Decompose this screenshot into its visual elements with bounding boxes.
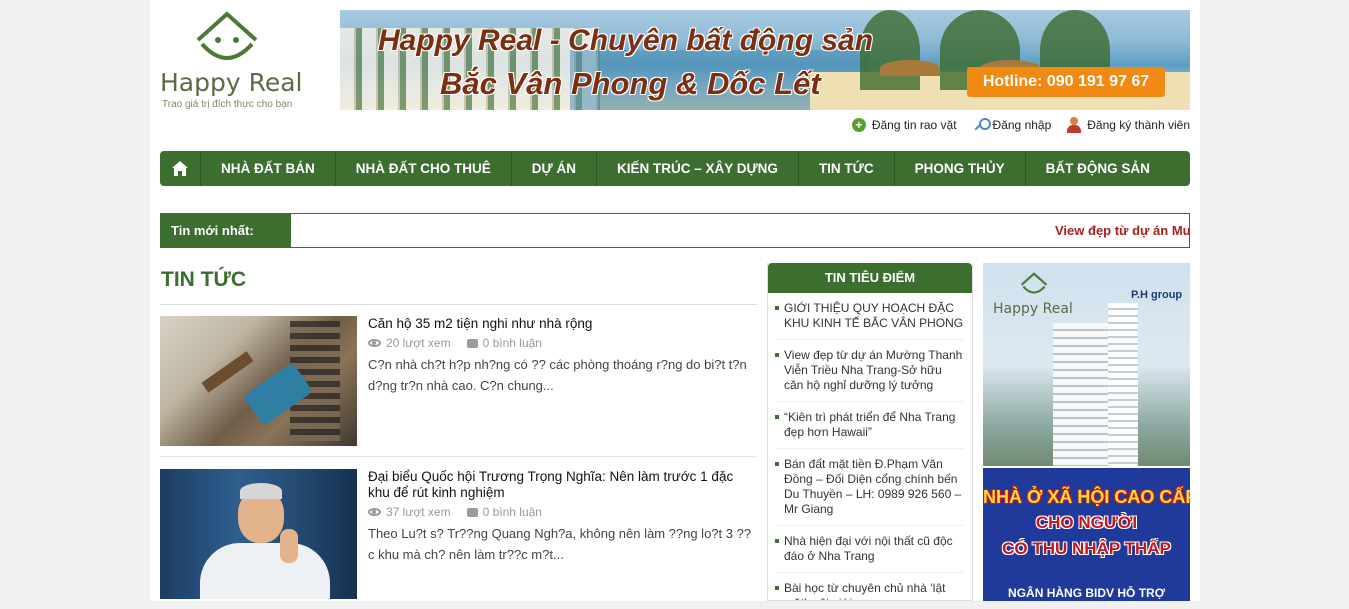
comment-count-label: 0 bình luận — [482, 336, 542, 350]
ticker-headline-link[interactable]: View đẹp từ dự án Mu — [1055, 214, 1189, 247]
featured-news-item[interactable]: Bán đất mặt tiền Đ.Phạm Văn Đồng – Đối D… — [775, 457, 964, 526]
login-label: Đăng nhập — [992, 118, 1052, 132]
ad-line: NHÀ Ở XÃ HỘI CAO CẤP — [983, 487, 1190, 507]
view-count: 37 lượt xem — [368, 505, 451, 519]
beach-umbrella-image — [880, 60, 940, 76]
nav-item-phong-thuy[interactable]: PHONG THỦY — [895, 151, 1026, 186]
logo-name: Happy Real — [160, 68, 303, 97]
view-count-label: 37 lượt xem — [386, 505, 451, 519]
register-link[interactable]: Đăng ký thành viên — [1067, 117, 1190, 133]
post-title-link[interactable]: Căn hộ 35 m2 tiện nghi như nhà rộng — [368, 316, 753, 332]
login-link[interactable]: Đăng nhập — [973, 117, 1052, 133]
ad-logo-text: Happy Real — [993, 301, 1073, 317]
ad-banner-social-housing[interactable]: NHÀ Ở XÃ HỘI CAO CẤP CHO NGƯỜI CÓ THU NH… — [983, 468, 1190, 601]
post-excerpt: Theo Lu?t s? Tr??ng Quang Ngh?a, không n… — [368, 526, 752, 562]
nav-item-du-an[interactable]: DỰ ÁN — [512, 151, 597, 186]
post-meta: 20 lượt xem 0 bình luận — [368, 336, 542, 350]
post-title-link[interactable]: Đại biểu Quốc hội Trương Trọng Nghĩa: Nê… — [368, 469, 753, 501]
site-logo[interactable]: Happy Real Trao giá trị đích thực cho bạ… — [160, 10, 303, 110]
view-count: 20 lượt xem — [368, 336, 451, 350]
post-meta: 37 lượt xem 0 bình luận — [368, 505, 542, 519]
nav-item-kien-truc-xay-dung[interactable]: KIẾN TRÚC – XÂY DỰNG — [597, 151, 799, 186]
plus-circle-icon: + — [851, 118, 866, 132]
sidebar-title: TIN TIÊU ĐIỂM — [768, 263, 972, 293]
thumbnail-table-shape — [201, 351, 254, 393]
partner-logo: P.H group — [1131, 289, 1183, 301]
featured-news-sidebar: TIN TIÊU ĐIỂM GIỚI THIỆU QUY HOẠCH ĐẶC K… — [767, 263, 973, 601]
news-post: Căn hộ 35 m2 tiện nghi như nhà rộng 20 l… — [160, 316, 757, 456]
thumbnail-hair-shape — [240, 483, 282, 499]
comment-count: 0 bình luận — [466, 505, 542, 519]
nav-item-bat-dong-san[interactable]: BẤT ĐỘNG SẢN — [1026, 151, 1170, 186]
featured-news-item[interactable]: View đẹp từ dự án Mường Thanh Viễn Triều… — [775, 348, 964, 402]
featured-news-list: GIỚI THIỆU QUY HOẠCH ĐẶC KHU KINH TẾ BẮC… — [768, 293, 972, 600]
banner-subheadline: Bắc Vân Phong & Dốc Lết — [440, 66, 821, 101]
news-ticker: Tin mới nhất: View đẹp từ dự án Mu — [160, 213, 1190, 248]
register-label: Đăng ký thành viên — [1087, 118, 1190, 132]
page: Happy Real Trao giá trị đích thực cho bạ… — [150, 0, 1200, 601]
key-icon — [973, 118, 991, 132]
ad-banner-project[interactable]: Happy Real P.H group — [983, 263, 1190, 466]
section-title: TIN TỨC — [161, 268, 247, 291]
nav-item-nha-dat-ban[interactable]: NHÀ ĐẤT BÁN — [201, 151, 336, 186]
comment-icon — [466, 338, 478, 348]
house-smile-icon — [1020, 272, 1048, 294]
post-divider — [160, 456, 757, 457]
banner-headline: Happy Real - Chuyên bất động sản — [378, 24, 874, 57]
post-thumbnail[interactable] — [160, 469, 357, 599]
hotline-badge[interactable]: Hotline: 090 191 97 67 — [967, 67, 1165, 97]
nav-item-tin-tuc[interactable]: TIN TỨC — [799, 151, 895, 186]
comment-icon — [466, 507, 478, 517]
featured-news-item[interactable]: Bài học từ chuyên chủ nhà ‘lật mặt’ môi … — [775, 581, 964, 600]
nav-item-nha-dat-cho-thue[interactable]: NHÀ ĐẤT CHO THUÊ — [336, 151, 512, 186]
post-ad-label: Đăng tin rao vặt — [871, 118, 957, 132]
ticker-label: Tin mới nhất: — [161, 214, 291, 247]
thumbnail-shirt-shape — [200, 543, 330, 599]
post-excerpt: C?n nhà ch?t h?p nh?ng có ?? các phòng t… — [368, 357, 747, 393]
eye-icon — [368, 339, 381, 347]
comment-count: 0 bình luận — [466, 336, 542, 350]
post-thumbnail[interactable] — [160, 316, 357, 446]
comment-count-label: 0 bình luận — [482, 505, 542, 519]
section-divider — [160, 304, 757, 305]
building-image — [1053, 323, 1113, 466]
ad-line: CHO NGƯỜI — [1035, 513, 1138, 532]
nav-home[interactable] — [160, 151, 201, 186]
post-ad-link[interactable]: + Đăng tin rao vặt — [851, 117, 957, 133]
view-count-label: 20 lượt xem — [386, 336, 451, 350]
ad-bank-line: NGÂN HÀNG BIDV HỖ TRỢ — [1008, 586, 1165, 600]
featured-news-item[interactable]: GIỚI THIỆU QUY HOẠCH ĐẶC KHU KINH TẾ BẮC… — [775, 301, 964, 340]
main-nav: NHÀ ĐẤT BÁN NHÀ ĐẤT CHO THUÊ DỰ ÁN KIẾN … — [160, 151, 1190, 186]
featured-news-item[interactable]: Nhà hiện đại với nội thất cũ độc đáo ở N… — [775, 534, 964, 573]
featured-news-item[interactable]: “Kiên trì phát triển để Nha Trang đẹp hơ… — [775, 410, 964, 449]
eye-icon — [368, 508, 381, 516]
home-icon — [172, 161, 188, 176]
account-links: + Đăng tin rao vặt Đăng nhập Đăng ký thà… — [851, 117, 1190, 133]
user-icon — [1067, 117, 1082, 133]
house-smile-icon — [196, 11, 258, 60]
ad-line: CÓ THU NHẬP THẤP — [1002, 539, 1171, 558]
news-post: Đại biểu Quốc hội Trương Trọng Nghĩa: Nê… — [160, 469, 757, 609]
logo-tagline: Trao giá trị đích thực cho bạn — [162, 99, 293, 110]
building-image — [1108, 303, 1138, 466]
header-banner[interactable]: Happy Real - Chuyên bất động sản Bắc Vân… — [340, 10, 1190, 110]
thumbnail-hand-shape — [280, 529, 298, 563]
